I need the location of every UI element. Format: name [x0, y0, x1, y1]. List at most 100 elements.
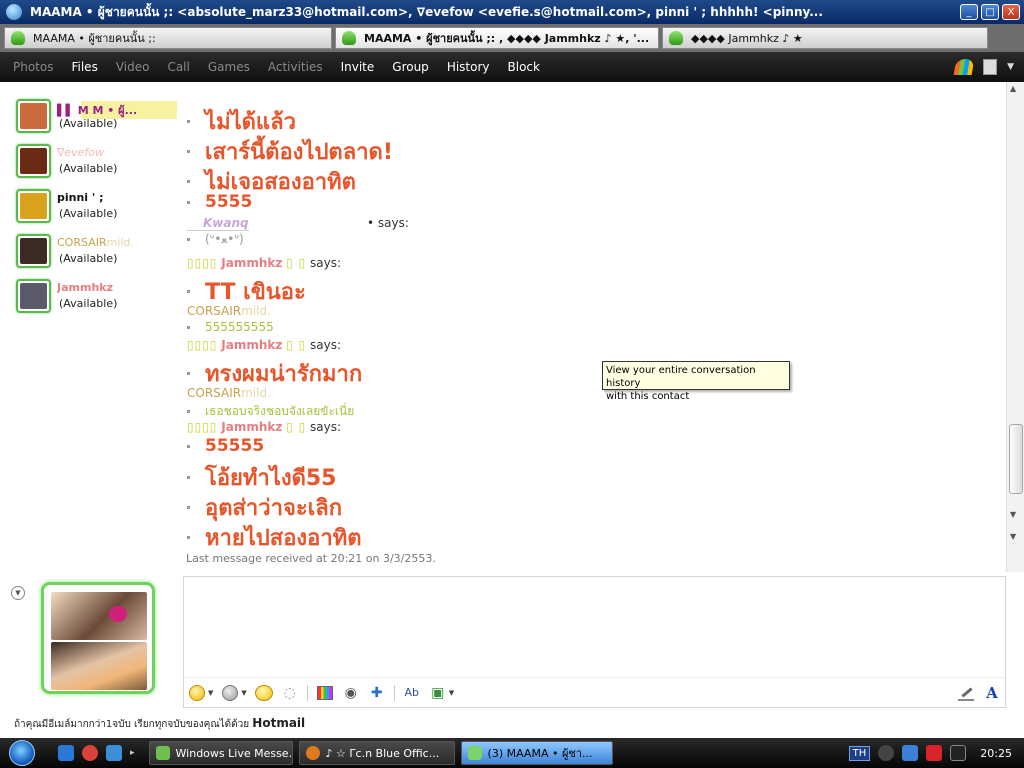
firefox-icon — [305, 746, 320, 760]
windows-live-icon[interactable] — [955, 59, 973, 75]
handwriting-button[interactable] — [957, 684, 975, 702]
chevron-down-icon[interactable]: ▼ — [1007, 62, 1014, 72]
my-display-picture[interactable] — [41, 582, 155, 694]
sender-jammhkz: ▯▯▯▯ Jammhkz ▯ ▯ says: — [187, 338, 341, 352]
collapse-icon[interactable]: ▼ — [11, 586, 25, 600]
windows-orb-icon — [9, 740, 35, 766]
sender-suffix: ▯ ▯ — [286, 256, 307, 270]
message-text: 55555 — [205, 436, 265, 456]
message: 5555 — [187, 192, 252, 212]
background-button[interactable] — [316, 684, 334, 702]
sender-name: Jammhkz — [221, 256, 283, 270]
tab-label: MAAMA • ผู้ชายคนนั้น ;: — [33, 32, 156, 45]
maximize-button[interactable]: □ — [981, 4, 999, 20]
history-tooltip: View your entire conversation history wi… — [602, 361, 790, 402]
task-conversation[interactable]: (3) MAAMA • ผู้ชา... — [460, 741, 613, 765]
contact-maama[interactable]: ▌▌ M M • ผู้... (Available) — [16, 99, 180, 139]
contact-name-text: CORSAIR — [57, 236, 107, 249]
sender-kwanq: Kwanq • says: — [187, 216, 409, 231]
voice-clip-button[interactable]: ◌ — [281, 684, 299, 702]
sender-suffix: ▯ ▯ — [286, 338, 307, 352]
buddy-icon — [11, 31, 25, 45]
last-message-timestamp: Last message received at 20:21 on 3/3/25… — [186, 552, 436, 565]
message: หายไปสองอาทิต — [187, 520, 362, 555]
sound-button[interactable]: ◉ — [342, 684, 360, 702]
emoticon-button[interactable] — [188, 684, 206, 702]
contact-evefow[interactable]: ∇evefow (Available) — [16, 144, 180, 184]
sender-suffix: mild. — [241, 304, 271, 318]
tab-label: ◆◆◆◆ Jammhkz ♪ ★ — [691, 31, 803, 45]
window-title: MAAMA • ผู้ชายคนนั้น ;: <absolute_marz33… — [30, 4, 823, 19]
page-menu-icon[interactable] — [983, 59, 998, 75]
chevron-down-icon[interactable]: ▼ — [241, 689, 246, 697]
start-button[interactable] — [0, 738, 44, 768]
group-buddy-icon — [342, 31, 356, 45]
menu-group[interactable]: Group — [383, 60, 438, 74]
scroll-up-icon[interactable]: ▲ — [1010, 84, 1016, 93]
contact-name: Jammhkz — [57, 281, 113, 294]
network-icon[interactable] — [902, 745, 919, 761]
minimize-button[interactable]: _ — [960, 4, 978, 20]
task-label: (3) MAAMA • ผู้ชา... — [487, 747, 593, 760]
avatar — [16, 189, 51, 223]
games-button[interactable]: ✚ — [368, 684, 386, 702]
menu-invite[interactable]: Invite — [332, 60, 384, 74]
task-label: ♪ ☆ Γc.n Blue Offic... — [325, 746, 440, 760]
contact-corsair[interactable]: CORSAIRmild. (Available) — [16, 234, 180, 274]
menu-call[interactable]: Call — [158, 60, 198, 74]
contact-jammhkz[interactable]: Jammhkz (Available) — [16, 279, 180, 319]
clock[interactable]: 20:25 — [980, 747, 1012, 760]
security-icon[interactable] — [926, 745, 943, 761]
scroll-end-icon[interactable]: ▼ — [1010, 532, 1016, 541]
tab-jammhkz[interactable]: ◆◆◆◆ Jammhkz ♪ ★ — [662, 27, 988, 49]
menu-video[interactable]: Video — [107, 60, 159, 74]
menu-block[interactable]: Block — [499, 60, 549, 74]
menu-files[interactable]: Files — [62, 60, 106, 74]
menu-games[interactable]: Games — [199, 60, 259, 74]
says-label: says: — [310, 338, 342, 352]
messenger-icon — [6, 4, 22, 20]
tab-group-chat[interactable]: MAAMA • ผู้ชายคนนั้น ;: , ◆◆◆◆ Jammhkz ♪… — [335, 27, 659, 49]
messenger-quick-icon[interactable] — [82, 745, 98, 761]
language-indicator[interactable]: TH — [848, 745, 871, 761]
send-file-button[interactable]: ▣ — [429, 684, 447, 702]
task-windows-live-messenger[interactable]: Windows Live Messe... — [148, 741, 293, 765]
sender-corsair: CORSAIRmild. — [187, 386, 271, 400]
font-button[interactable]: A — [983, 684, 1001, 702]
explorer-icon[interactable] — [106, 745, 122, 761]
close-button[interactable]: X — [1002, 4, 1020, 20]
says-label: says: — [310, 420, 342, 434]
hotmail-ad[interactable]: ถ้าคุณมีอีเมล์มากกว่า1จบับ เรียกทุกจบับข… — [14, 716, 305, 732]
message-input[interactable] — [184, 577, 1005, 677]
tab-maama[interactable]: MAAMA • ผู้ชายคนนั้น ;: — [4, 27, 332, 49]
pen-icon — [958, 685, 974, 701]
menu-photos[interactable]: Photos — [4, 60, 62, 74]
message: 555555555 — [187, 320, 274, 334]
ie-icon[interactable] — [58, 745, 74, 761]
conversation-history[interactable]: ไม่ได้แล้ว เสาร์นี้ต้องไปตลาด! ไม่เจอสอง… — [180, 82, 1006, 572]
chevron-down-icon[interactable]: ▼ — [208, 689, 213, 697]
nudge-button[interactable] — [254, 684, 273, 702]
tray-app-icon[interactable] — [950, 745, 967, 761]
tooltip-line: View your entire conversation history — [606, 365, 756, 389]
wink-button[interactable] — [221, 684, 239, 702]
contact-status: (Available) — [59, 162, 118, 175]
avatar — [16, 99, 51, 133]
menu-history[interactable]: History — [438, 60, 499, 74]
wink-icon — [222, 684, 239, 701]
quicklaunch-more-icon[interactable]: ▸ — [130, 748, 135, 758]
translate-button[interactable]: Ab — [403, 684, 421, 702]
message-text: (ᐡ•ﻌ•ᐡ) — [205, 232, 244, 246]
menu-bar: Photos Files Video Call Games Activities… — [0, 52, 1024, 82]
task-firefox[interactable]: ♪ ☆ Γc.n Blue Offic... — [298, 741, 455, 765]
window-titlebar: MAAMA • ผู้ชายคนนั้น ;: <absolute_marz33… — [0, 0, 1024, 24]
history-scrollbar[interactable]: ▲ ▼ ▼ — [1006, 82, 1024, 572]
menu-activities[interactable]: Activities — [259, 60, 332, 74]
chevron-down-icon[interactable]: ▼ — [449, 689, 454, 697]
scroll-down-icon[interactable]: ▼ — [1010, 510, 1016, 519]
contact-pinni[interactable]: pinni ' ; (Available) — [16, 189, 180, 229]
smiley-icon — [189, 684, 205, 701]
tooltip-line: with this contact — [606, 391, 690, 402]
volume-icon[interactable] — [878, 745, 895, 761]
scroll-thumb[interactable] — [1009, 424, 1023, 494]
